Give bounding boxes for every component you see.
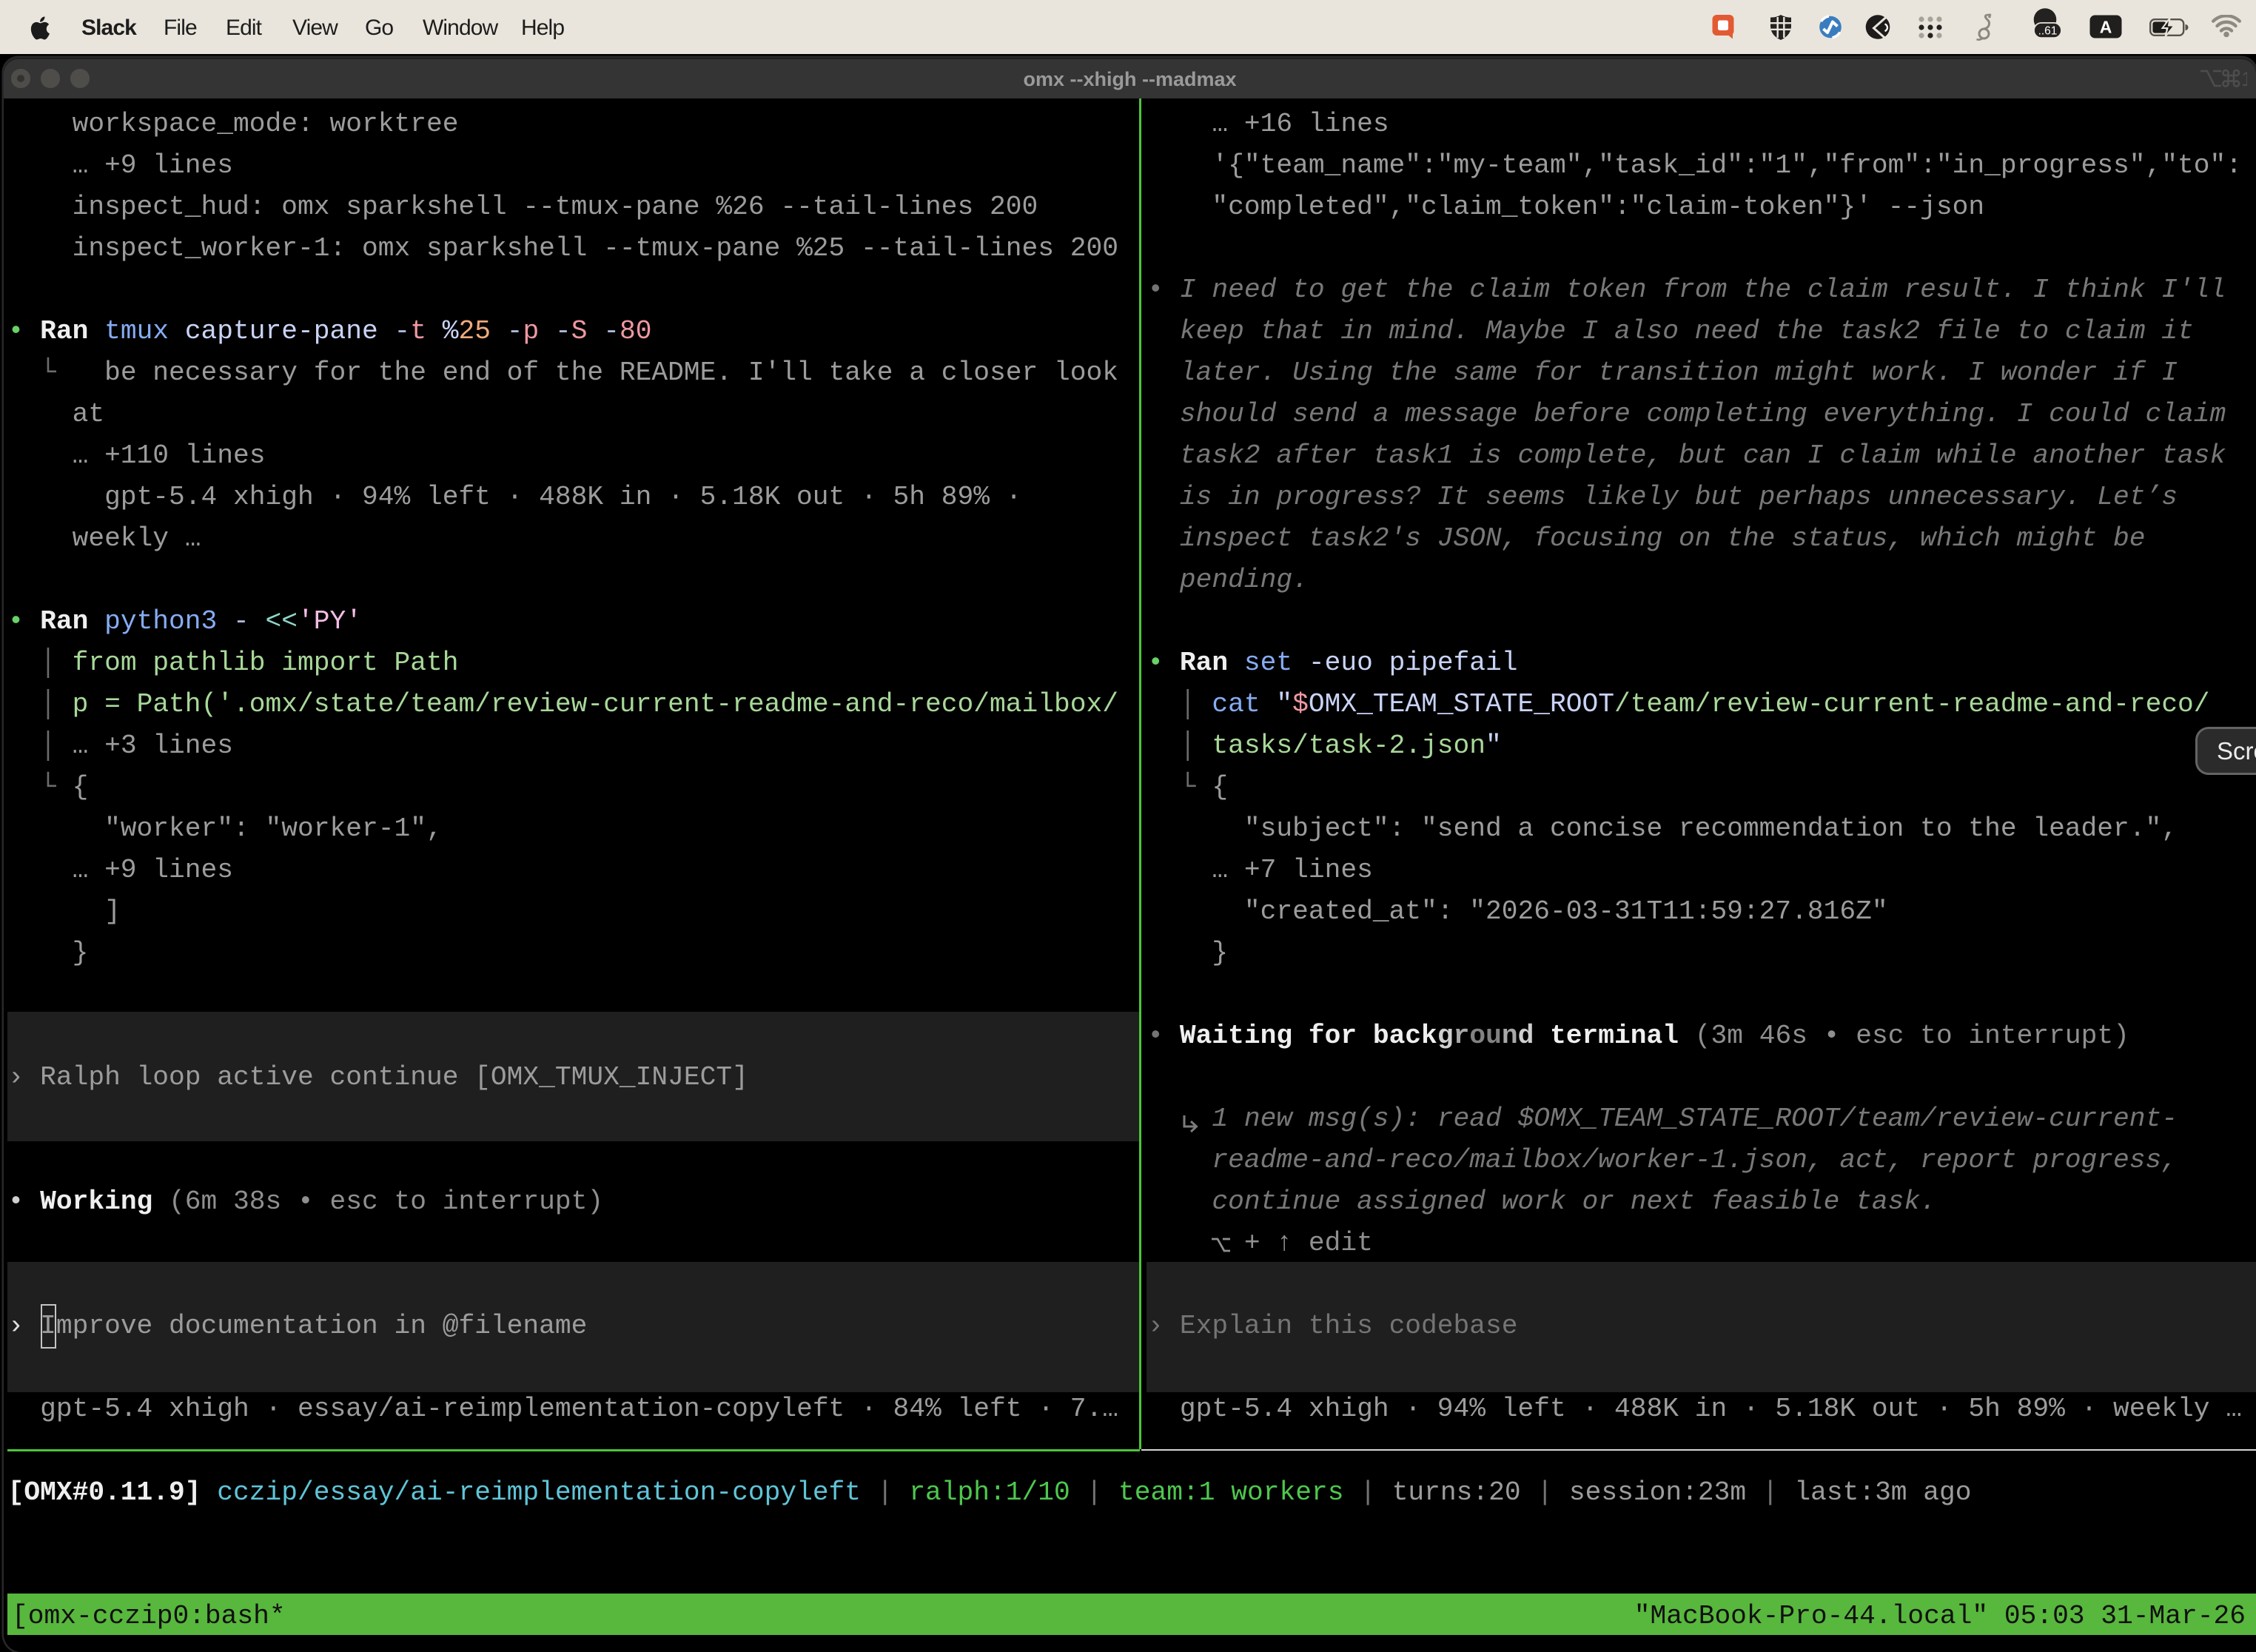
svg-text:1: 1 [2241, 67, 2247, 90]
svg-text:A: A [2100, 18, 2112, 37]
svg-text:..61: ..61 [2038, 25, 2058, 38]
